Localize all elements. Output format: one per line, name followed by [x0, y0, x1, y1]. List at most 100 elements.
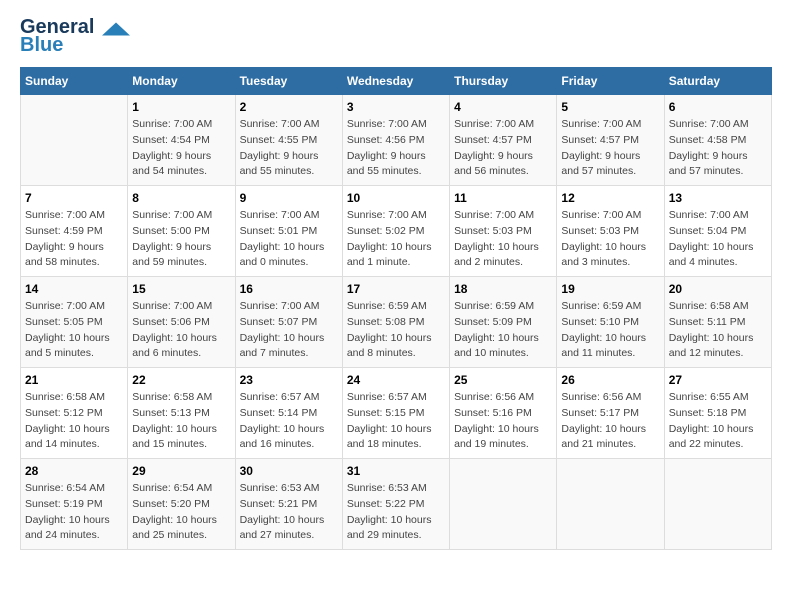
- day-number: 21: [25, 373, 123, 387]
- day-number: 16: [240, 282, 338, 296]
- calendar-cell: 1 Sunrise: 7:00 AMSunset: 4:54 PMDaylight…: [128, 95, 235, 186]
- day-info: Sunrise: 7:00 AMSunset: 4:57 PMDaylight:…: [561, 117, 659, 180]
- calendar-cell: 22Sunrise: 6:58 AMSunset: 5:13 PMDayligh…: [128, 368, 235, 459]
- day-number: 26: [561, 373, 659, 387]
- day-number: 5: [561, 100, 659, 114]
- day-info: Sunrise: 7:00 AMSunset: 5:02 PMDaylight:…: [347, 208, 445, 271]
- calendar-cell: 17 Sunrise: 6:59 AMSunset: 5:08 PMDayligh…: [342, 277, 449, 368]
- day-info: Sunrise: 6:59 AMSunset: 5:09 PMDaylight:…: [454, 299, 552, 362]
- day-number: 3: [347, 100, 445, 114]
- day-number: 7: [25, 191, 123, 205]
- day-number: 31: [347, 464, 445, 478]
- calendar-cell: 3 Sunrise: 7:00 AMSunset: 4:56 PMDaylight…: [342, 95, 449, 186]
- day-info: Sunrise: 6:58 AMSunset: 5:13 PMDaylight:…: [132, 390, 230, 453]
- calendar-cell: 29 Sunrise: 6:54 AMSunset: 5:20 PMDayligh…: [128, 459, 235, 550]
- calendar-cell: 10 Sunrise: 7:00 AMSunset: 5:02 PMDayligh…: [342, 186, 449, 277]
- calendar-cell: 23Sunrise: 6:57 AMSunset: 5:14 PMDayligh…: [235, 368, 342, 459]
- calendar-cell: 6 Sunrise: 7:00 AMSunset: 4:58 PMDaylight…: [664, 95, 771, 186]
- calendar-cell: 27 Sunrise: 6:55 AMSunset: 5:18 PMDayligh…: [664, 368, 771, 459]
- day-number: 9: [240, 191, 338, 205]
- day-number: 24: [347, 373, 445, 387]
- calendar-cell: 9 Sunrise: 7:00 AMSunset: 5:01 PMDaylight…: [235, 186, 342, 277]
- day-info: Sunrise: 7:00 AMSunset: 4:58 PMDaylight:…: [669, 117, 767, 180]
- day-info: Sunrise: 7:00 AMSunset: 4:54 PMDaylight:…: [132, 117, 230, 180]
- calendar-cell: 7 Sunrise: 7:00 AMSunset: 4:59 PMDaylight…: [21, 186, 128, 277]
- day-info: Sunrise: 6:53 AMSunset: 5:22 PMDaylight:…: [347, 481, 445, 544]
- calendar-cell: 30 Sunrise: 6:53 AMSunset: 5:21 PMDayligh…: [235, 459, 342, 550]
- day-info: Sunrise: 6:59 AMSunset: 5:08 PMDaylight:…: [347, 299, 445, 362]
- page-header: General Blue: [20, 16, 772, 57]
- calendar-cell: [664, 459, 771, 550]
- day-number: 12: [561, 191, 659, 205]
- calendar-cell: 16 Sunrise: 7:00 AMSunset: 5:07 PMDayligh…: [235, 277, 342, 368]
- day-number: 19: [561, 282, 659, 296]
- day-info: Sunrise: 7:00 AMSunset: 4:59 PMDaylight:…: [25, 208, 123, 271]
- calendar-cell: 2Sunrise: 7:00 AMSunset: 4:55 PMDaylight…: [235, 95, 342, 186]
- day-info: Sunrise: 7:00 AMSunset: 4:57 PMDaylight:…: [454, 117, 552, 180]
- day-number: 15: [132, 282, 230, 296]
- day-info: Sunrise: 6:56 AMSunset: 5:16 PMDaylight:…: [454, 390, 552, 453]
- logo-blue: Blue: [20, 34, 63, 57]
- day-number: 28: [25, 464, 123, 478]
- week-row-5: 28 Sunrise: 6:54 AMSunset: 5:19 PMDayligh…: [21, 459, 772, 550]
- day-info: Sunrise: 6:55 AMSunset: 5:18 PMDaylight:…: [669, 390, 767, 453]
- calendar-cell: 18 Sunrise: 6:59 AMSunset: 5:09 PMDayligh…: [450, 277, 557, 368]
- day-info: Sunrise: 7:00 AMSunset: 5:01 PMDaylight:…: [240, 208, 338, 271]
- day-info: Sunrise: 6:57 AMSunset: 5:15 PMDaylight:…: [347, 390, 445, 453]
- day-info: Sunrise: 7:00 AMSunset: 5:06 PMDaylight:…: [132, 299, 230, 362]
- calendar-cell: 25 Sunrise: 6:56 AMSunset: 5:16 PMDayligh…: [450, 368, 557, 459]
- day-info: Sunrise: 7:00 AMSunset: 5:05 PMDaylight:…: [25, 299, 123, 362]
- day-number: 10: [347, 191, 445, 205]
- col-header-tuesday: Tuesday: [235, 68, 342, 95]
- col-header-friday: Friday: [557, 68, 664, 95]
- calendar-cell: 24 Sunrise: 6:57 AMSunset: 5:15 PMDayligh…: [342, 368, 449, 459]
- calendar-cell: 14 Sunrise: 7:00 AMSunset: 5:05 PMDayligh…: [21, 277, 128, 368]
- day-number: 14: [25, 282, 123, 296]
- calendar-cell: 26 Sunrise: 6:56 AMSunset: 5:17 PMDayligh…: [557, 368, 664, 459]
- day-info: Sunrise: 6:56 AMSunset: 5:17 PMDaylight:…: [561, 390, 659, 453]
- day-info: Sunrise: 7:00 AMSunset: 5:07 PMDaylight:…: [240, 299, 338, 362]
- day-info: Sunrise: 6:53 AMSunset: 5:21 PMDaylight:…: [240, 481, 338, 544]
- day-info: Sunrise: 7:00 AMSunset: 5:04 PMDaylight:…: [669, 208, 767, 271]
- calendar-cell: [450, 459, 557, 550]
- calendar-cell: 4Sunrise: 7:00 AMSunset: 4:57 PMDaylight…: [450, 95, 557, 186]
- calendar-cell: [21, 95, 128, 186]
- calendar-cell: 31 Sunrise: 6:53 AMSunset: 5:22 PMDayligh…: [342, 459, 449, 550]
- day-number: 1: [132, 100, 230, 114]
- day-info: Sunrise: 7:00 AMSunset: 5:03 PMDaylight:…: [454, 208, 552, 271]
- day-info: Sunrise: 6:54 AMSunset: 5:19 PMDaylight:…: [25, 481, 123, 544]
- day-number: 25: [454, 373, 552, 387]
- week-row-4: 21 Sunrise: 6:58 AMSunset: 5:12 PMDayligh…: [21, 368, 772, 459]
- week-row-2: 7 Sunrise: 7:00 AMSunset: 4:59 PMDaylight…: [21, 186, 772, 277]
- day-number: 23: [240, 373, 338, 387]
- week-row-3: 14 Sunrise: 7:00 AMSunset: 5:05 PMDayligh…: [21, 277, 772, 368]
- day-number: 27: [669, 373, 767, 387]
- day-number: 18: [454, 282, 552, 296]
- week-row-1: 1 Sunrise: 7:00 AMSunset: 4:54 PMDaylight…: [21, 95, 772, 186]
- day-info: Sunrise: 6:58 AMSunset: 5:11 PMDaylight:…: [669, 299, 767, 362]
- calendar-cell: 21 Sunrise: 6:58 AMSunset: 5:12 PMDayligh…: [21, 368, 128, 459]
- day-info: Sunrise: 6:54 AMSunset: 5:20 PMDaylight:…: [132, 481, 230, 544]
- day-info: Sunrise: 7:00 AMSunset: 5:03 PMDaylight:…: [561, 208, 659, 271]
- calendar-cell: [557, 459, 664, 550]
- day-number: 29: [132, 464, 230, 478]
- day-info: Sunrise: 7:00 AMSunset: 5:00 PMDaylight:…: [132, 208, 230, 271]
- col-header-monday: Monday: [128, 68, 235, 95]
- calendar-cell: 8Sunrise: 7:00 AMSunset: 5:00 PMDaylight…: [128, 186, 235, 277]
- day-info: Sunrise: 6:58 AMSunset: 5:12 PMDaylight:…: [25, 390, 123, 453]
- calendar-cell: 12 Sunrise: 7:00 AMSunset: 5:03 PMDayligh…: [557, 186, 664, 277]
- calendar-cell: 13 Sunrise: 7:00 AMSunset: 5:04 PMDayligh…: [664, 186, 771, 277]
- day-info: Sunrise: 7:00 AMSunset: 4:56 PMDaylight:…: [347, 117, 445, 180]
- calendar-table: SundayMondayTuesdayWednesdayThursdayFrid…: [20, 67, 772, 550]
- day-number: 20: [669, 282, 767, 296]
- day-number: 13: [669, 191, 767, 205]
- calendar-cell: 5 Sunrise: 7:00 AMSunset: 4:57 PMDaylight…: [557, 95, 664, 186]
- day-number: 17: [347, 282, 445, 296]
- logo: General Blue: [20, 16, 130, 57]
- calendar-cell: 19Sunrise: 6:59 AMSunset: 5:10 PMDayligh…: [557, 277, 664, 368]
- day-number: 30: [240, 464, 338, 478]
- day-number: 6: [669, 100, 767, 114]
- calendar-cell: 11Sunrise: 7:00 AMSunset: 5:03 PMDayligh…: [450, 186, 557, 277]
- col-header-sunday: Sunday: [21, 68, 128, 95]
- col-header-saturday: Saturday: [664, 68, 771, 95]
